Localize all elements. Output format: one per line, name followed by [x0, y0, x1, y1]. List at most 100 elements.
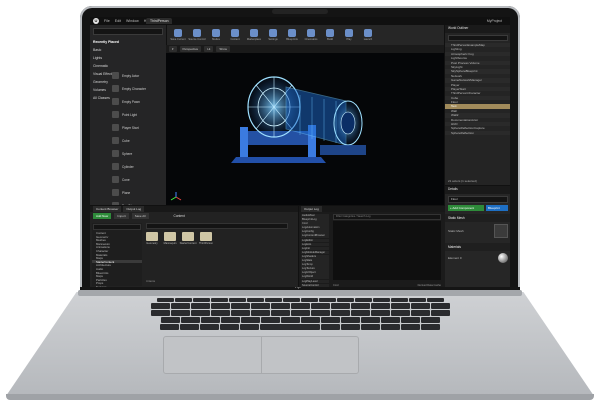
- keyboard-key[interactable]: [270, 310, 290, 316]
- console-command-label[interactable]: Cmd: [333, 284, 338, 287]
- keyboard-key[interactable]: [390, 303, 410, 309]
- log-category-item[interactable]: LogTemp: [301, 263, 329, 267]
- keyboard-key[interactable]: [282, 298, 300, 302]
- keyboard-key[interactable]: [240, 317, 260, 323]
- content-folder-3[interactable]: ThirdPerson: [199, 232, 213, 245]
- keyboard-key[interactable]: [220, 317, 240, 323]
- outliner-row[interactable]: SphereReflection: [445, 130, 510, 136]
- level-tab[interactable]: ThirdPerson: [146, 18, 173, 24]
- log-category-item[interactable]: LogWorld: [301, 275, 329, 279]
- log-category-item[interactable]: LogUObject: [301, 271, 329, 275]
- keyboard-key[interactable]: [270, 303, 290, 309]
- keyboard-key[interactable]: [390, 298, 408, 302]
- keyboard-key[interactable]: [360, 317, 380, 323]
- keyboard-key[interactable]: [260, 317, 280, 323]
- placeable-item-7[interactable]: Cylinder: [112, 160, 164, 173]
- tab-output-log[interactable]: Output Log: [301, 206, 322, 212]
- log-filter-input[interactable]: Filter Categories / Search Log: [333, 214, 441, 220]
- log-category-item[interactable]: LogShaders: [301, 254, 329, 259]
- log-text-area[interactable]: [333, 221, 441, 280]
- static-mesh-section[interactable]: Static Mesh: [445, 214, 510, 222]
- content-folder-2[interactable]: StarterContent: [180, 232, 196, 245]
- keyboard-key[interactable]: [321, 324, 340, 330]
- viewport-menu-button[interactable]: ▾: [169, 46, 177, 52]
- jet-engine-model[interactable]: [226, 59, 386, 184]
- content-folder-1[interactable]: Mannequin: [164, 232, 176, 245]
- keyboard-key[interactable]: [240, 324, 259, 330]
- log-category-item[interactable]: LogContentBrowser: [301, 234, 329, 239]
- log-category-item[interactable]: BlueprintLog: [301, 218, 329, 222]
- toolbar-button-6[interactable]: Blueprints: [284, 25, 300, 45]
- keyboard-key[interactable]: [210, 310, 230, 316]
- keyboard-key[interactable]: [410, 303, 430, 309]
- keyboard-key[interactable]: [310, 310, 330, 316]
- log-category-item[interactable]: LogHAL: [301, 242, 329, 247]
- log-category-item[interactable]: LogTexture: [301, 267, 329, 271]
- keyboard-key[interactable]: [420, 317, 440, 323]
- keyboard-key[interactable]: [401, 324, 420, 330]
- keyboard-key[interactable]: [300, 298, 318, 302]
- save-all-button[interactable]: Save All: [131, 212, 149, 219]
- materials-section[interactable]: Materials: [445, 243, 510, 251]
- keyboard-key[interactable]: [320, 317, 340, 323]
- log-category-item[interactable]: LogSlate: [301, 259, 329, 263]
- level-viewport[interactable]: ▾ Perspective Lit Show: [166, 45, 444, 205]
- keyboard-key[interactable]: [370, 303, 390, 309]
- placeable-item-0[interactable]: Empty Actor: [112, 69, 164, 82]
- menu-file[interactable]: File: [104, 19, 110, 23]
- tab-output-log-bottom[interactable]: Output Log: [123, 206, 145, 212]
- log-category-item[interactable]: SourceControl: [301, 283, 329, 287]
- keyboard-key[interactable]: [230, 310, 250, 316]
- keyboard-key[interactable]: [318, 298, 336, 302]
- keyboard-key[interactable]: [246, 298, 264, 302]
- keyboard-key[interactable]: [210, 298, 228, 302]
- placeable-item-1[interactable]: Empty Character: [112, 82, 164, 95]
- outliner-search-input[interactable]: [448, 35, 508, 41]
- keyboard-key[interactable]: [150, 303, 170, 309]
- log-category-item[interactable]: LogEditor: [301, 238, 329, 243]
- log-category-item[interactable]: LogInit: [301, 246, 329, 251]
- keyboard-key[interactable]: [400, 317, 420, 323]
- placeable-item-2[interactable]: Empty Pawn: [112, 95, 164, 108]
- menu-edit[interactable]: Edit: [115, 19, 121, 23]
- keyboard-key[interactable]: [350, 303, 370, 309]
- keyboard-key[interactable]: [156, 298, 174, 302]
- import-button[interactable]: Import: [114, 212, 129, 219]
- toolbar-button-4[interactable]: Marketplace: [246, 25, 262, 45]
- toolbar-button-10[interactable]: Launch: [360, 25, 376, 45]
- keyboard-key[interactable]: [200, 324, 219, 330]
- keyboard-key[interactable]: [170, 310, 190, 316]
- toolbar-button-1[interactable]: Source Control: [188, 25, 206, 45]
- keyboard-key[interactable]: [354, 298, 372, 302]
- keyboard-key[interactable]: [192, 298, 210, 302]
- log-category-item[interactable]: LogAutomation: [301, 226, 329, 230]
- folder-search-input[interactable]: [93, 224, 141, 230]
- keyboard-key[interactable]: [390, 310, 410, 316]
- keyboard-key[interactable]: [350, 310, 370, 316]
- toolbar-button-2[interactable]: Modes: [208, 25, 224, 45]
- viewport-show-button[interactable]: Show: [216, 46, 230, 52]
- keyboard-key[interactable]: [421, 324, 440, 330]
- toolbar-button-3[interactable]: Content: [227, 25, 243, 45]
- keyboard-key[interactable]: [408, 298, 426, 302]
- tab-content-browser[interactable]: Content Browser: [93, 206, 122, 212]
- log-category-item[interactable]: LogConfig: [301, 230, 329, 234]
- keyboard-key[interactable]: [220, 324, 239, 330]
- actor-name-field[interactable]: Floor: [448, 196, 508, 203]
- keyboard-key[interactable]: [430, 310, 450, 316]
- folder-tree-node[interactable]: Textures: [92, 285, 142, 287]
- keyboard-key[interactable]: [160, 317, 180, 323]
- keyboard-key[interactable]: [310, 303, 330, 309]
- keyboard-key[interactable]: [410, 310, 430, 316]
- toolbar-button-9[interactable]: Play: [341, 25, 357, 45]
- keyboard-key[interactable]: [372, 298, 390, 302]
- modes-category-1[interactable]: Lights: [90, 54, 166, 62]
- keyboard-key[interactable]: [290, 303, 310, 309]
- keyboard-key[interactable]: [210, 303, 230, 309]
- viewport-lit-button[interactable]: Lit: [204, 46, 214, 52]
- placeable-item-3[interactable]: Point Light: [112, 108, 164, 121]
- keyboard-key[interactable]: [361, 324, 380, 330]
- log-category-item[interactable]: Cmd: [301, 222, 329, 226]
- asset-search-input[interactable]: [146, 223, 288, 229]
- keyboard-key[interactable]: [250, 310, 270, 316]
